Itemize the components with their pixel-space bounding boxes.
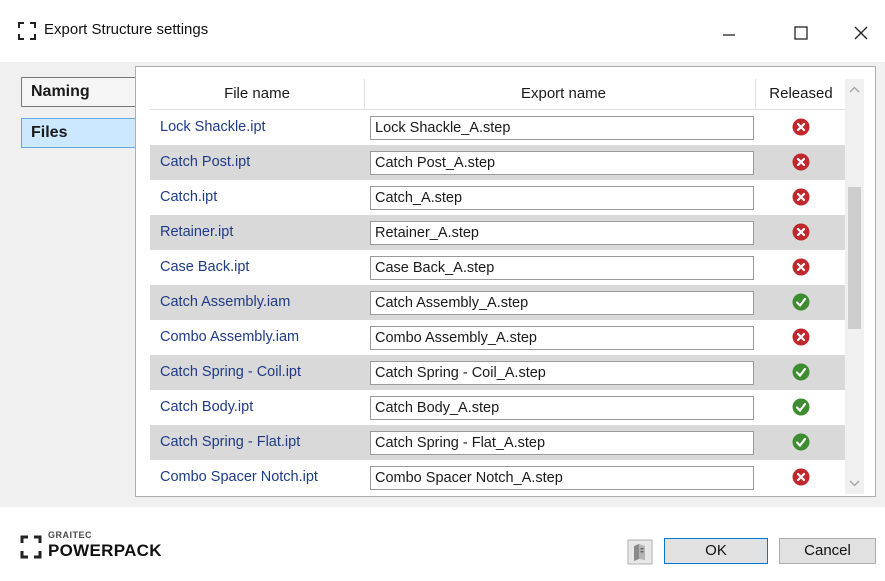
not-released-x-icon	[792, 468, 810, 486]
logo-bracket-icon	[20, 535, 42, 559]
export-name-input[interactable]	[370, 466, 754, 490]
scroll-up-icon[interactable]	[845, 79, 864, 101]
not-released-x-icon	[792, 153, 810, 171]
released-check-icon	[792, 433, 810, 451]
minimize-icon[interactable]	[706, 14, 752, 50]
vertical-scrollbar[interactable]	[845, 79, 864, 494]
file-name-cell: Catch Assembly.iam	[160, 294, 291, 310]
not-released-x-icon	[792, 118, 810, 136]
powerpack-logo: GRAITEC POWERPACK	[20, 529, 180, 563]
export-name-input[interactable]	[370, 186, 754, 210]
table-row[interactable]: Catch Spring - Flat.ipt	[150, 425, 845, 460]
close-icon[interactable]	[838, 14, 884, 50]
scroll-thumb[interactable]	[848, 187, 861, 329]
scroll-down-icon[interactable]	[845, 472, 864, 494]
export-name-input[interactable]	[370, 361, 754, 385]
file-name-cell: Retainer.ipt	[160, 224, 234, 240]
export-name-input[interactable]	[370, 326, 754, 350]
export-name-input[interactable]	[370, 396, 754, 420]
window-title: Export Structure settings	[44, 21, 209, 38]
ok-button[interactable]: OK	[664, 538, 768, 564]
released-check-icon	[792, 363, 810, 381]
maximize-icon[interactable]	[778, 14, 824, 50]
dialog-footer: GRAITEC POWERPACK OK Cancel	[0, 507, 885, 581]
not-released-x-icon	[792, 258, 810, 276]
released-check-icon	[792, 293, 810, 311]
table-row[interactable]: Catch Spring - Coil.ipt	[150, 355, 845, 390]
help-book-icon[interactable]	[627, 539, 653, 565]
title-bar: Export Structure settings	[0, 0, 885, 62]
table-row[interactable]: Catch Body.ipt	[150, 390, 845, 425]
file-name-cell: Catch Spring - Coil.ipt	[160, 364, 302, 380]
table-row[interactable]: Catch.ipt	[150, 180, 845, 215]
export-name-input[interactable]	[370, 256, 754, 280]
file-name-cell: Catch Body.ipt	[160, 399, 254, 415]
header-export-name[interactable]: Export name	[364, 79, 762, 109]
file-name-cell: Combo Spacer Notch.ipt	[160, 469, 318, 485]
header-file-name[interactable]: File name	[150, 79, 364, 109]
export-name-input[interactable]	[370, 116, 754, 140]
not-released-x-icon	[792, 188, 810, 206]
table-row[interactable]: Case Back.ipt	[150, 250, 845, 285]
grid-header: File name Export name Released	[150, 79, 845, 110]
logo-product-text: POWERPACK	[48, 541, 162, 560]
nav-naming-button[interactable]: Naming	[21, 77, 141, 107]
cancel-button[interactable]: Cancel	[779, 538, 876, 564]
nav-files-button[interactable]: Files	[21, 118, 141, 148]
table-row[interactable]: Catch Assembly.iam	[150, 285, 845, 320]
file-name-cell: Combo Assembly.iam	[160, 329, 300, 345]
export-name-input[interactable]	[370, 151, 754, 175]
table-row[interactable]: Lock Shackle.ipt	[150, 110, 845, 145]
app-bracket-icon	[18, 22, 36, 40]
export-name-input[interactable]	[370, 221, 754, 245]
released-check-icon	[792, 398, 810, 416]
file-name-cell: Catch Spring - Flat.ipt	[160, 434, 301, 450]
logo-company-text: GRAITEC	[48, 530, 92, 540]
header-released[interactable]: Released	[755, 79, 845, 109]
table-row[interactable]: Catch Post.ipt	[150, 145, 845, 180]
export-name-input[interactable]	[370, 291, 754, 315]
file-name-cell: Catch.ipt	[160, 189, 218, 205]
table-row[interactable]: Combo Spacer Notch.ipt	[150, 460, 845, 494]
files-grid: File name Export name Released Lock Shac…	[150, 79, 845, 494]
file-name-cell: Lock Shackle.ipt	[160, 119, 266, 135]
table-row[interactable]: Combo Assembly.iam	[150, 320, 845, 355]
table-row[interactable]: Retainer.ipt	[150, 215, 845, 250]
file-name-cell: Catch Post.ipt	[160, 154, 251, 170]
not-released-x-icon	[792, 328, 810, 346]
not-released-x-icon	[792, 223, 810, 241]
file-name-cell: Case Back.ipt	[160, 259, 250, 275]
export-name-input[interactable]	[370, 431, 754, 455]
